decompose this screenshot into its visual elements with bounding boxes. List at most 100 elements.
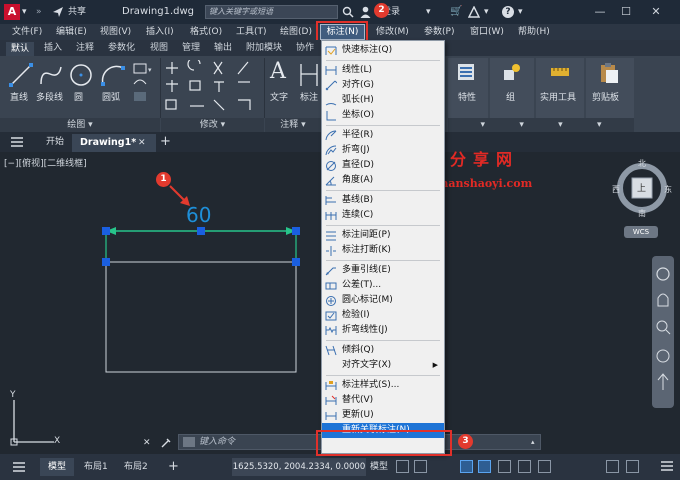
menu-insert[interactable]: 插入(I) (146, 24, 174, 40)
navigation-bar[interactable] (652, 256, 674, 408)
cart-icon[interactable]: 🛒 (450, 0, 462, 24)
ortho-toggle-icon[interactable] (460, 460, 473, 473)
menu-tools[interactable]: 工具(T) (236, 24, 267, 40)
menu-item-inspect[interactable]: 检验(I) (322, 308, 444, 323)
drawing-geometry[interactable] (96, 200, 310, 380)
menu-item-arc-length[interactable]: 弧长(H) (322, 93, 444, 108)
cmdline-settings-icon[interactable] (160, 437, 172, 449)
a360-chevron-icon[interactable]: ▾ (484, 0, 489, 24)
snap-toggle-icon[interactable] (414, 460, 427, 473)
arc-tool-icon[interactable] (100, 62, 126, 88)
menu-item-dim-break[interactable]: 标注打断(K) (322, 243, 444, 258)
dropdown-chevron-icon[interactable]: ▾ (426, 0, 431, 24)
menu-item-linear-dim[interactable]: 线性(L) (322, 63, 444, 78)
menu-view[interactable]: 视图(V) (100, 24, 131, 40)
osnap-toggle-icon[interactable] (498, 460, 511, 473)
clipboard-label[interactable]: 剪贴板 (592, 90, 619, 103)
app-logo-icon[interactable]: A (4, 4, 20, 20)
viewcube-east[interactable]: 东 (664, 184, 672, 195)
menu-item-radius[interactable]: 半径(R) (322, 128, 444, 143)
tab-close-icon[interactable]: ✕ (138, 134, 146, 152)
menu-edit[interactable]: 编辑(E) (56, 24, 87, 40)
quick-access-expand-icon[interactable]: » (36, 0, 42, 24)
ribbon-tab-annotate[interactable]: 注释 (76, 40, 94, 56)
right-panel-labels[interactable]: ▾ ▾ ▾ ▾ (448, 118, 634, 132)
menu-item-mleader[interactable]: 多重引线(E) (322, 263, 444, 278)
menu-window[interactable]: 窗口(W) (470, 24, 504, 40)
menu-item-align-text[interactable]: 对齐文字(X) ▶ (322, 358, 444, 373)
customize-statusbar-icon[interactable] (660, 460, 674, 472)
viewcube-top-face[interactable]: 上 (637, 181, 646, 194)
menu-item-dim-space[interactable]: 标注间距(P) (322, 228, 444, 243)
layout-menu-icon[interactable] (12, 461, 26, 473)
menu-item-center-mark[interactable]: 圆心标记(M) (322, 293, 444, 308)
share-icon[interactable] (52, 6, 64, 18)
menu-item-oblique[interactable]: 倾斜(Q) (322, 343, 444, 358)
dimension-tool-label[interactable]: 标注 (300, 90, 318, 103)
menu-item-ordinate[interactable]: 坐标(O) (322, 108, 444, 123)
ribbon-tab-manage[interactable]: 管理 (182, 40, 200, 56)
help-icon[interactable]: ? (502, 6, 514, 18)
modify-panel-label[interactable]: 修改 ▾ (161, 118, 264, 132)
dimension-dropdown-menu[interactable]: 快速标注(Q) 线性(L) 对齐(G) 弧长(H) 坐标(O) 半径(R) 折弯(J) 直径(… (321, 40, 445, 454)
menu-item-quick-dim[interactable]: 快速标注(Q) (322, 43, 444, 58)
tab-drawing1[interactable]: Drawing1* ✕ (72, 134, 156, 152)
menu-item-aligned-dim[interactable]: 对齐(G) (322, 78, 444, 93)
menu-draw[interactable]: 绘图(D) (280, 24, 312, 40)
line-tool-icon[interactable] (8, 62, 34, 88)
group-icon[interactable] (502, 62, 522, 82)
menu-item-baseline[interactable]: 基线(B) (322, 193, 444, 208)
menu-item-jogged[interactable]: 折弯(J) (322, 143, 444, 158)
circle-tool-icon[interactable] (68, 62, 94, 88)
share-label[interactable]: 共享 (68, 0, 86, 24)
ribbon-tab-insert[interactable]: 插入 (44, 40, 62, 56)
tab-start[interactable]: 开始 (46, 132, 64, 152)
ribbon-tab-collaborate[interactable]: 协作 (296, 40, 314, 56)
maximize-icon[interactable]: ☐ (614, 0, 638, 24)
viewcube-south[interactable]: 南 (638, 208, 646, 219)
line-tool-label[interactable]: 直线 (10, 90, 28, 103)
menu-item-jogged-linear[interactable]: 折弯线性(J) (322, 323, 444, 338)
add-layout-icon[interactable]: + (168, 454, 179, 480)
text-tool-icon[interactable]: A (270, 60, 290, 84)
menu-item-override[interactable]: 替代(V) (322, 393, 444, 408)
menu-item-update[interactable]: 更新(U) (322, 408, 444, 423)
arc-tool-label[interactable]: 圆弧 (102, 90, 120, 103)
minimize-icon[interactable]: — (588, 0, 612, 24)
viewcube-west[interactable]: 西 (612, 184, 620, 195)
ribbon-tab-view[interactable]: 视图 (150, 40, 168, 56)
menu-file[interactable]: 文件(F) (12, 24, 42, 40)
close-icon[interactable]: ✕ (644, 0, 668, 24)
autodesk-a360-icon[interactable] (467, 5, 481, 18)
group-label[interactable]: 组 (506, 90, 515, 103)
utilities-label[interactable]: 实用工具 (540, 90, 576, 103)
new-tab-icon[interactable]: + (160, 132, 171, 152)
menu-parametric[interactable]: 参数(P) (424, 24, 454, 40)
dimension-tool-icon[interactable] (298, 62, 320, 88)
utilities-icon[interactable] (550, 64, 570, 80)
tab-layout1[interactable]: 布局1 (84, 454, 108, 480)
tab-model[interactable]: 模型 (40, 458, 74, 476)
circle-tool-label[interactable]: 圆 (74, 90, 83, 103)
cmdline-history-icon[interactable]: ▴ (531, 435, 535, 449)
tab-layout2[interactable]: 布局2 (124, 454, 148, 480)
model-space-toggle[interactable]: 模型 (370, 454, 388, 480)
text-tool-label[interactable]: 文字 (270, 90, 288, 103)
user-icon[interactable] (360, 6, 371, 18)
cmdline-close-icon[interactable]: ✕ (143, 438, 151, 448)
coordinate-readout[interactable]: 1625.5320, 2004.2334, 0.0000 (232, 458, 366, 476)
workspace-icon[interactable] (626, 460, 639, 473)
ribbon-tab-output[interactable]: 输出 (214, 40, 232, 56)
grid-toggle-icon[interactable] (396, 460, 409, 473)
paste-icon[interactable] (598, 62, 620, 84)
annotation-panel-label[interactable]: 注释 ▾ (265, 118, 321, 132)
menu-format[interactable]: 格式(O) (190, 24, 222, 40)
lineweight-toggle-icon[interactable] (538, 460, 551, 473)
viewcube-north[interactable]: 北 (638, 158, 646, 169)
ribbon-tab-addins[interactable]: 附加模块 (246, 40, 282, 56)
properties-label[interactable]: 特性 (458, 90, 476, 103)
cmdline-prompt-icon[interactable] (183, 437, 195, 447)
menu-item-tolerance[interactable]: 公差(T)... (322, 278, 444, 293)
polar-toggle-icon[interactable] (478, 460, 491, 473)
command-input[interactable]: 键入命令 (199, 435, 235, 449)
